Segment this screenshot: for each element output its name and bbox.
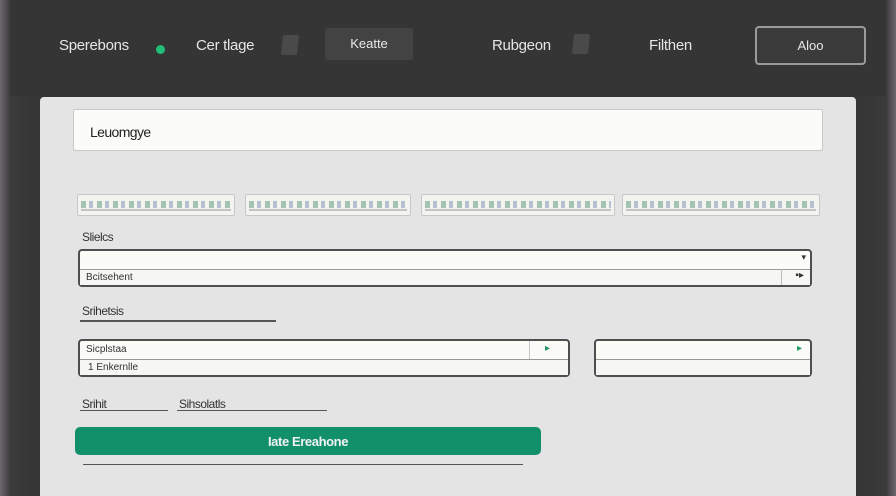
combo-left-arrow-icon[interactable]: ▸: [545, 343, 550, 354]
toolbar-tab-1[interactable]: [77, 194, 235, 216]
tab-pattern: [425, 201, 611, 208]
nav-item-5[interactable]: Filthen: [649, 37, 692, 54]
select-divider: [781, 269, 782, 285]
tab-divider: [626, 209, 816, 211]
nav-item-4-badge-icon: [571, 34, 591, 54]
nav-item-2[interactable]: Cer tlage: [196, 37, 254, 54]
toolbar-tab-3[interactable]: [421, 194, 615, 216]
tab-pattern: [81, 201, 231, 208]
tab-pattern: [249, 201, 407, 208]
combo-right-option[interactable]: [596, 359, 810, 375]
nav-item-4[interactable]: Rubgeon: [492, 37, 551, 54]
nav-action-button[interactable]: Aloo: [755, 26, 866, 65]
toolbar-tab-4[interactable]: [622, 194, 820, 216]
section-1-label: Slielcs: [82, 230, 114, 244]
field-4-label: Sihsolatls: [179, 397, 226, 411]
combo-field-left[interactable]: Sicplstaa ▸ 1 Enkernlle: [78, 339, 570, 377]
submit-button[interactable]: Iate Ereahone: [75, 427, 541, 455]
top-navigation-bar: Sperebons Cer tlage Keatte Rubgeon Filth…: [10, 0, 886, 96]
tab-divider: [425, 209, 611, 211]
section-2-underline: [80, 320, 276, 322]
form-panel: Leuomgye Slielcs ▾ Bcitsehent ▪▸ Srihets…: [40, 97, 856, 496]
nav-item-1[interactable]: Sperebons: [59, 37, 129, 54]
nav-item-3-active[interactable]: Keatte: [325, 28, 413, 60]
status-dot-icon: [156, 45, 165, 54]
chevron-down-icon[interactable]: ▪▸: [795, 270, 804, 281]
caret-up-icon: ▾: [801, 252, 806, 262]
tab-pattern: [626, 201, 816, 208]
tab-divider: [249, 209, 407, 211]
select-value: Bcitsehent: [80, 269, 810, 285]
select-field[interactable]: ▾ Bcitsehent ▪▸: [78, 249, 812, 287]
section-2-label: Srihetsis: [82, 304, 124, 318]
combo-left-option[interactable]: 1 Enkernlle: [80, 359, 568, 375]
toolbar-tab-2[interactable]: [245, 194, 411, 216]
nav-item-2-badge-icon: [280, 35, 300, 55]
field-4-underline[interactable]: [177, 410, 327, 411]
combo-left-value: Sicplstaa: [86, 344, 127, 355]
field-3-label: Srihit: [82, 397, 107, 411]
tab-divider: [81, 209, 231, 211]
title-input[interactable]: Leuomgye: [73, 109, 823, 151]
field-3-underline[interactable]: [80, 410, 168, 411]
combo-right-arrow-icon[interactable]: ▸: [797, 343, 802, 354]
footer-divider: [83, 464, 523, 465]
combo-field-right[interactable]: ▸: [594, 339, 812, 377]
